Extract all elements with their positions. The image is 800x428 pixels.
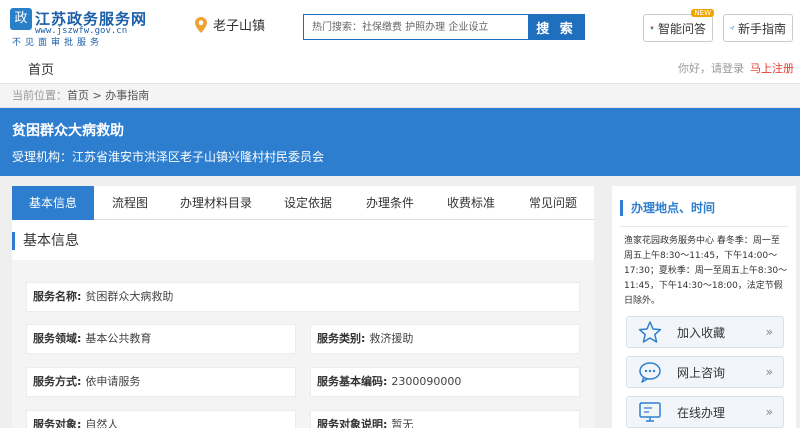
service-banner: 贫困群众大病救助 受理机构：江苏省淮安市洪泽区老子山镇兴隆村村民委员会 xyxy=(0,108,800,176)
chevron-right-icon: » xyxy=(765,325,773,339)
site-header: 政 江苏政务服务网 www.jszwfw.gov.cn 不见面审批服务 老子山镇… xyxy=(0,0,800,52)
guide-button[interactable]: 新手指南 xyxy=(723,14,793,42)
detail-panel: 基本信息 流程图 办理材料目录 设定依据 办理条件 收费标准 常见问题 基本信息… xyxy=(12,186,594,428)
favorite-label: 加入收藏 xyxy=(677,325,726,340)
location-time-panel: 办理地点、时间 渔家花园政务服务中心 春冬季：周一至周五上午8:30～11:45… xyxy=(612,186,796,428)
search-input[interactable] xyxy=(304,15,528,39)
breadcrumb-prefix: 当前位置： xyxy=(12,89,67,102)
location-selector[interactable]: 老子山镇 xyxy=(195,15,265,34)
info-label: 服务类别: xyxy=(317,332,366,345)
info-value: 暂无 xyxy=(391,418,414,428)
info-service-field: 服务领域: 基本公共教育 xyxy=(26,324,296,354)
tab-basic-info[interactable]: 基本信息 xyxy=(12,186,94,220)
smart-qa-button[interactable]: 智能问答 NEW xyxy=(643,9,714,42)
location-label: 老子山镇 xyxy=(213,19,266,34)
office-hours-text: 渔家花园政务服务中心 春冬季：周一至周五上午8:30～11:45，下午14:00… xyxy=(624,236,788,306)
detail-tabs: 基本信息 流程图 办理材料目录 设定依据 办理条件 收费标准 常见问题 xyxy=(12,186,594,220)
info-service-target: 服务对象: 自然人 xyxy=(26,410,296,428)
new-badge: NEW xyxy=(691,9,714,17)
tab-materials[interactable]: 办理材料目录 xyxy=(166,186,266,220)
breadcrumb-home[interactable]: 首页 xyxy=(67,89,89,102)
search-box: 搜 索 xyxy=(303,14,585,40)
info-label: 服务方式: xyxy=(33,375,82,388)
info-value: 依申请服务 xyxy=(85,375,141,388)
smart-qa-label: 智能问答 xyxy=(657,21,706,36)
service-org: 受理机构：江苏省淮安市洪泽区老子山镇兴隆村村民委员会 xyxy=(12,150,325,164)
info-value: 自然人 xyxy=(85,418,119,428)
info-label: 服务基本编码: xyxy=(317,375,388,388)
info-grid: 服务名称: 贫困群众大病救助 服务领域: 基本公共教育 服务类别: 救济援助 服务方式… xyxy=(12,260,594,428)
chevron-right-icon: » xyxy=(765,405,773,419)
tab-fees[interactable]: 收费标准 xyxy=(430,186,512,220)
location-time-title: 办理地点、时间 xyxy=(620,200,715,216)
consult-label: 网上咨询 xyxy=(677,365,726,380)
info-value: 贫困群众大病救助 xyxy=(85,290,174,303)
info-label: 服务领域: xyxy=(33,332,82,345)
tab-legal-basis[interactable]: 设定依据 xyxy=(266,186,350,220)
user-area: 你好，请登录 马上注册 xyxy=(678,60,794,76)
chat-icon xyxy=(639,362,661,383)
register-link[interactable]: 马上注册 xyxy=(750,62,794,75)
breadcrumb-current: 办事指南 xyxy=(105,89,150,102)
tab-faq[interactable]: 常见问题 xyxy=(512,186,594,220)
location-pin-icon xyxy=(195,16,207,33)
consult-button[interactable]: 网上咨询 » xyxy=(626,356,784,388)
chevron-right-icon: » xyxy=(765,365,773,379)
guide-label: 新手指南 xyxy=(737,21,786,36)
logo-slogan: 不见面审批服务 xyxy=(12,38,104,48)
monitor-icon xyxy=(639,402,661,422)
info-label: 服务名称: xyxy=(33,290,82,303)
info-value: 基本公共教育 xyxy=(85,332,152,345)
info-service-category: 服务类别: 救济援助 xyxy=(310,324,580,354)
main-area: 基本信息 流程图 办理材料目录 设定依据 办理条件 收费标准 常见问题 基本信息… xyxy=(0,176,800,428)
search-button[interactable]: 搜 索 xyxy=(528,15,584,39)
info-label: 服务对象: xyxy=(33,418,82,428)
section-title: 基本信息 xyxy=(12,232,79,250)
divider xyxy=(620,226,788,227)
info-value: 救济援助 xyxy=(369,332,414,345)
smart-qa-icon xyxy=(650,26,654,30)
breadcrumb: 当前位置：首页 > 办事指南 xyxy=(0,84,800,108)
info-service-code: 服务基本编码: 2300090000 xyxy=(310,367,580,397)
info-service-method: 服务方式: 依申请服务 xyxy=(26,367,296,397)
star-icon xyxy=(638,321,662,343)
site-logo[interactable]: 政 江苏政务服务网 www.jszwfw.gov.cn 不见面审批服务 xyxy=(10,8,146,48)
nav-bar: 首页 你好，请登录 马上注册 xyxy=(0,52,800,84)
online-handle-label: 在线办理 xyxy=(677,405,726,420)
info-service-target-desc: 服务对象说明: 暂无 xyxy=(310,410,580,428)
online-handle-button[interactable]: 在线办理 » xyxy=(626,396,784,428)
info-label: 服务对象说明: xyxy=(317,418,388,428)
tab-flowchart[interactable]: 流程图 xyxy=(94,186,166,220)
logo-mark: 政 xyxy=(10,8,32,30)
tab-conditions[interactable]: 办理条件 xyxy=(350,186,430,220)
service-title: 贫困群众大病救助 xyxy=(12,123,124,139)
breadcrumb-separator: > xyxy=(89,89,106,102)
info-value: 2300090000 xyxy=(391,375,462,388)
nav-home-link[interactable]: 首页 xyxy=(28,59,54,78)
info-service-name: 服务名称: 贫困群众大病救助 xyxy=(26,282,580,312)
login-link[interactable]: 你好，请登录 xyxy=(678,62,744,75)
paper-plane-icon xyxy=(730,26,734,30)
favorite-button[interactable]: 加入收藏 » xyxy=(626,316,784,348)
